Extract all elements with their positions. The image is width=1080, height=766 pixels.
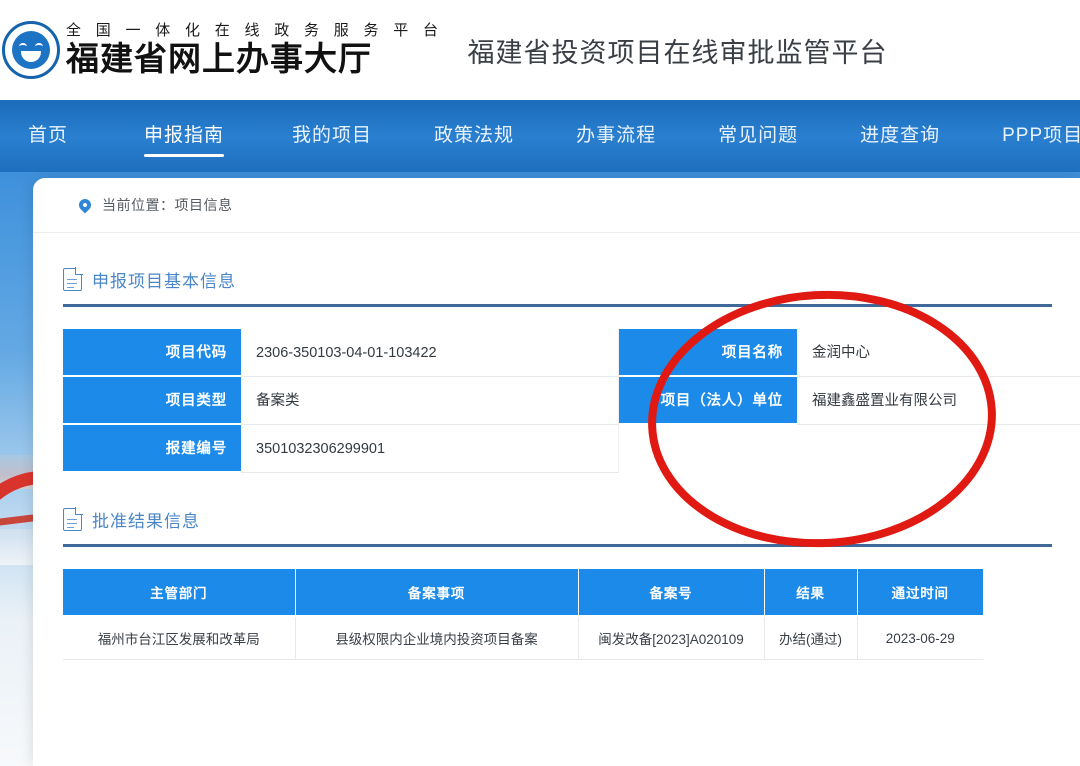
cell-result: 办结(通过) [764,616,858,660]
basic-info-grid: 项目代码 2306-350103-04-01-103422 项目名称 金润中心 … [63,329,1080,473]
approval-result-section: 批准结果信息 主管部门 备案事项 备案号 结果 通过时间 福州市台江区发展和改革… [33,507,1080,660]
label-project-name: 项目名称 [619,329,797,377]
nav-item-my-projects[interactable]: 我的项目 [292,116,372,157]
location-pin-icon [76,196,94,214]
basic-info-section: 申报项目基本信息 项目代码 2306-350103-04-01-103422 项… [33,267,1080,473]
approval-result-divider [63,544,1052,547]
label-project-code: 项目代码 [63,329,241,377]
logo-subtitle: 全 国 一 体 化 在 线 政 务 服 务 平 台 [66,22,444,39]
nav-item-policies[interactable]: 政策法规 [434,116,514,157]
basic-info-divider [63,304,1052,307]
approval-result-header: 批准结果信息 [61,507,1052,532]
document-icon [63,268,82,291]
label-build-number: 报建编号 [63,425,241,473]
column-header-result: 结果 [764,569,858,617]
nav-item-declaration-guide[interactable]: 申报指南 [144,116,225,157]
cell-item: 县级权限内企业境内投资项目备案 [295,616,579,660]
value-project-type: 备案类 [241,377,619,425]
nav-item-home[interactable]: 首页 [28,116,68,157]
column-header-pass-time: 通过时间 [857,569,983,617]
basic-info-header: 申报项目基本信息 [61,267,1052,292]
basic-info-title: 申报项目基本信息 [92,272,236,291]
content-card: 当前位置：项目信息 申报项目基本信息 项目代码 2306-350103-04-0… [33,178,1080,766]
smiley-government-emblem-icon [2,21,60,79]
document-icon [63,508,82,531]
column-header-department: 主管部门 [63,569,296,617]
breadcrumb-text: 当前位置：项目信息 [102,197,233,213]
approval-result-table: 主管部门 备案事项 备案号 结果 通过时间 福州市台江区发展和改革局 县级权限内… [63,569,983,660]
cell-pass-time: 2023-06-29 [857,616,983,660]
empty-value-cell [797,425,1080,473]
site-logo[interactable]: 全 国 一 体 化 在 线 政 务 服 务 平 台 福建省网上办事大厅 [2,21,444,79]
nav-item-progress-query[interactable]: 进度查询 [860,116,940,157]
main-navigation: 首页 申报指南 我的项目 政策法规 办事流程 常见问题 进度查询 PPP项目申报 [0,100,1080,172]
value-legal-entity: 福建鑫盛置业有限公司 [797,377,1080,425]
nav-item-faq[interactable]: 常见问题 [718,116,798,157]
value-project-name: 金润中心 [797,329,1080,377]
cell-department: 福州市台江区发展和改革局 [63,616,296,660]
nav-item-process[interactable]: 办事流程 [576,116,656,157]
logo-title: 福建省网上办事大厅 [66,41,372,78]
approval-result-title: 批准结果信息 [92,512,200,531]
label-project-type: 项目类型 [63,377,241,425]
value-project-code: 2306-350103-04-01-103422 [241,329,619,377]
label-legal-entity: 项目（法人）单位 [619,377,797,425]
table-header-row: 主管部门 备案事项 备案号 结果 通过时间 [63,569,983,617]
column-header-record-no: 备案号 [578,569,765,617]
nav-item-ppp-declaration[interactable]: PPP项目申报 [1002,116,1080,157]
empty-label-cell [619,425,797,473]
breadcrumb: 当前位置：项目信息 [33,178,1080,233]
site-header: 全 国 一 体 化 在 线 政 务 服 务 平 台 福建省网上办事大厅 福建省投… [0,0,1080,101]
cell-record-no: 闽发改备[2023]A020109 [578,616,765,660]
value-build-number: 3501032306299901 [241,425,619,473]
column-header-item: 备案事项 [295,569,579,617]
table-row[interactable]: 福州市台江区发展和改革局 县级权限内企业境内投资项目备案 闽发改备[2023]A… [63,616,983,660]
platform-title: 福建省投资项目在线审批监管平台 [467,37,888,68]
